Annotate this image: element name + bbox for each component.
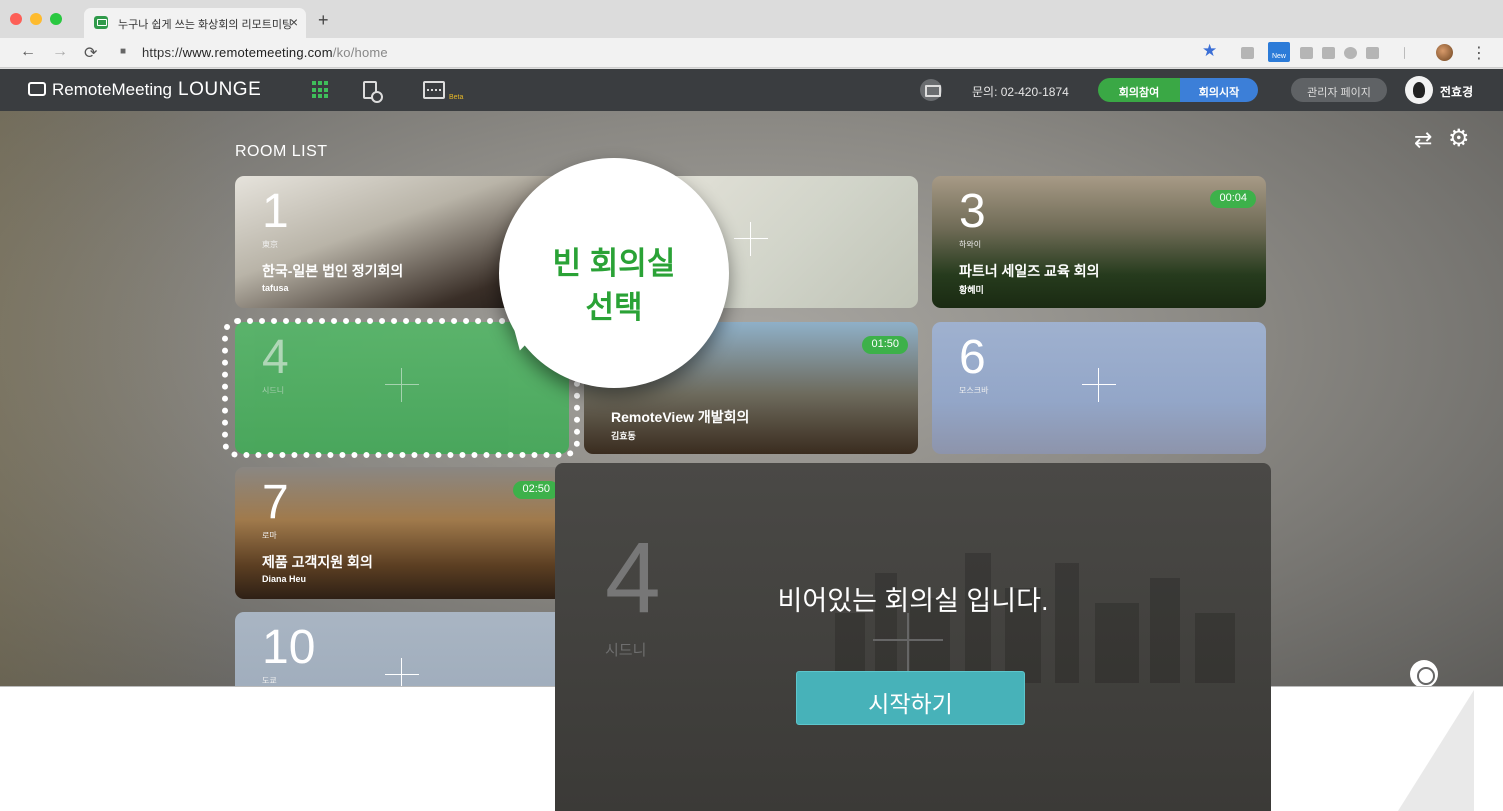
- url-prefix: https://: [142, 45, 183, 60]
- tab-title: 누구나 쉽게 쓰는 화상회의 리모트미팅: [118, 19, 293, 31]
- start-room-button[interactable]: 시작하기: [796, 671, 1025, 725]
- tab-close-icon[interactable]: ×: [290, 14, 298, 30]
- extension-icon[interactable]: [1366, 47, 1379, 59]
- room-host: tafusa: [262, 283, 289, 293]
- room-number: 3: [959, 185, 986, 238]
- contact-phone: 문의: 02-420-1874: [972, 85, 1069, 99]
- add-room-icon: [385, 658, 419, 686]
- maximize-window-button[interactable]: [50, 13, 62, 25]
- callout-text: 빈 회의실 선택: [552, 246, 676, 325]
- empty-room-dialog: 4 시드니 비어있는 회의실 입니다. 시작하기: [555, 463, 1271, 811]
- meeting-timer: 02:50: [513, 481, 559, 499]
- room-city: 東京: [262, 240, 278, 249]
- calendar-icon[interactable]: [423, 81, 445, 99]
- add-room-icon: [1082, 368, 1116, 402]
- room-title: 한국-일본 법인 정기회의: [262, 263, 404, 279]
- extension-icon[interactable]: [1300, 47, 1313, 59]
- room-title: 파트너 세일즈 교육 회의: [959, 263, 1100, 279]
- address-bar-row: ← → ⟳ ■ https://www.remotemeeting.com/ko…: [0, 38, 1503, 68]
- room-card-6[interactable]: 6 모스크바: [932, 322, 1266, 454]
- toolbar-divider: [1404, 47, 1405, 59]
- screenshot-stage: 누구나 쉽게 쓰는 화상회의 리모트미팅 × + ← → ⟳ ■ https:/…: [0, 0, 1503, 811]
- room-title: 제품 고객지원 회의: [262, 554, 373, 570]
- extension-icon[interactable]: [1241, 47, 1254, 59]
- room-host: 황혜미: [959, 285, 984, 295]
- url-field[interactable]: https://www.remotemeeting.com/ko/home: [142, 45, 388, 60]
- beta-badge: Beta: [449, 94, 464, 101]
- app-header: RemoteMeeting LOUNGE Beta 문의: 02-420-1874…: [0, 69, 1503, 111]
- back-icon[interactable]: ←: [20, 43, 36, 61]
- room-city: 로마: [262, 531, 277, 540]
- tab-bar: 누구나 쉽게 쓰는 화상회의 리모트미팅 × +: [0, 0, 1503, 38]
- room-number: 10: [262, 621, 316, 674]
- room-host: 김효동: [611, 431, 636, 441]
- room-card-10[interactable]: 10 도쿄: [235, 612, 569, 686]
- room-city: 모스크바: [959, 386, 989, 395]
- settings-gear-icon[interactable]: ⚙: [1448, 124, 1470, 153]
- user-name: 전효경: [1440, 85, 1474, 99]
- add-room-icon: [734, 222, 768, 256]
- extension-icon[interactable]: [1322, 47, 1335, 59]
- room-number: 1: [262, 185, 289, 238]
- decorative-shape: [1398, 690, 1474, 811]
- switch-view-icon[interactable]: ⇄: [1414, 127, 1432, 153]
- browser-tab[interactable]: 누구나 쉽게 쓰는 화상회의 리모트미팅 ×: [84, 8, 306, 38]
- url-host: www.remotemeeting.com: [182, 45, 333, 60]
- room-card-3[interactable]: 00:04 3 하와이 파트너 세일즈 교육 회의 황혜미: [932, 176, 1266, 308]
- user-avatar[interactable]: [1405, 76, 1433, 104]
- close-window-button[interactable]: [10, 13, 22, 25]
- room-number: 6: [959, 331, 986, 384]
- meeting-timer: 00:04: [1210, 190, 1256, 208]
- forward-icon[interactable]: →: [52, 43, 68, 61]
- room-card-7[interactable]: 02:50 7 로마 제품 고객지원 회의 Diana Heu: [235, 467, 569, 599]
- bookmark-star-icon[interactable]: ★: [1202, 41, 1217, 61]
- room-title: RemoteView 개발회의: [611, 409, 750, 425]
- admin-page-button[interactable]: 관리자 페이지: [1291, 78, 1387, 102]
- new-extension-icon[interactable]: New: [1268, 42, 1290, 62]
- room-list-heading: ROOM LIST: [235, 143, 328, 160]
- extension-icon[interactable]: [1344, 47, 1357, 59]
- logo[interactable]: RemoteMeeting LOUNGE: [28, 79, 261, 101]
- start-meeting-button[interactable]: 회의시작: [1180, 78, 1258, 102]
- meeting-timer: 01:50: [862, 336, 908, 354]
- logo-icon: [28, 82, 46, 96]
- join-meeting-button[interactable]: 회의참여: [1098, 78, 1180, 102]
- favicon-icon: [94, 16, 108, 29]
- reload-icon[interactable]: ⟳: [84, 43, 97, 63]
- monitor-icon[interactable]: [920, 79, 942, 101]
- dialog-message: 비어있는 회의실 입니다.: [777, 586, 1049, 616]
- room-city: 하와이: [959, 240, 982, 249]
- chat-support-icon[interactable]: [1410, 660, 1438, 686]
- logo-suffix: LOUNGE: [178, 79, 262, 100]
- dialog-room-city: 시드니: [605, 642, 647, 659]
- logo-text: RemoteMeeting: [52, 80, 173, 99]
- lock-icon: ■: [120, 46, 127, 57]
- room-grid-icon[interactable]: [312, 81, 330, 99]
- new-tab-icon[interactable]: +: [318, 10, 329, 31]
- profile-avatar-icon[interactable]: [1436, 44, 1453, 61]
- room-city: 도쿄: [262, 676, 277, 685]
- room-host: Diana Heu: [262, 574, 307, 584]
- callout-bubble: 빈 회의실 선택: [499, 158, 729, 388]
- history-document-icon[interactable]: [363, 81, 383, 103]
- room-number: 7: [262, 476, 289, 529]
- minimize-window-button[interactable]: [30, 13, 42, 25]
- url-path: /ko/home: [332, 45, 388, 60]
- browser-menu-icon[interactable]: ⋮: [1471, 43, 1487, 63]
